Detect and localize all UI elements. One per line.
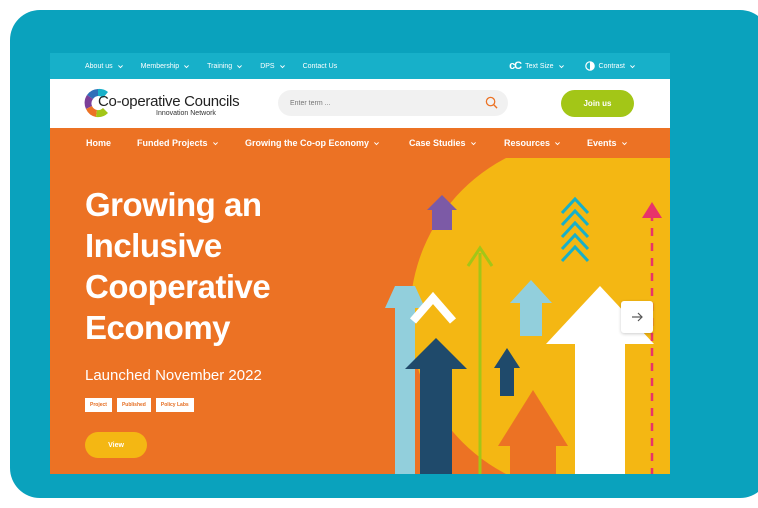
chevron-down-icon <box>470 141 476 145</box>
chevron-down-icon <box>621 141 627 145</box>
chevron-down-icon <box>237 64 243 68</box>
utility-item-about-us[interactable]: About us <box>85 63 124 70</box>
logo-name: Co-operative Councils <box>98 93 240 110</box>
website-screenshot: About us Membership Training DPS Contact… <box>50 53 670 474</box>
text-size-label: Text Size <box>525 62 554 70</box>
text-size-control[interactable]: cC Text Size <box>509 60 564 72</box>
nav-item-label: Funded Projects <box>137 138 208 148</box>
nav-item-home[interactable]: Home <box>86 128 111 158</box>
main-nav: Home Funded Projects Growing the Co-op E… <box>50 128 670 158</box>
search-input[interactable] <box>288 98 482 108</box>
utility-item-label: Training <box>207 62 233 70</box>
hero-title: Growing an Inclusive Cooperative Economy <box>85 186 271 346</box>
view-button[interactable]: View <box>85 432 147 458</box>
chevron-down-icon <box>212 141 218 145</box>
contrast-label: Contrast <box>598 62 625 70</box>
utility-item-label: About us <box>85 62 113 70</box>
nav-item-label: Resources <box>504 138 551 148</box>
hero-tags: Project Published Policy Labs <box>85 398 194 412</box>
tag-published[interactable]: Published <box>116 398 151 412</box>
nav-item-resources[interactable]: Resources <box>504 128 561 158</box>
utility-item-contact-us[interactable]: Contact Us <box>303 63 338 70</box>
site-logo[interactable]: Co-operative Councils Innovation Network <box>84 87 244 121</box>
utility-item-membership[interactable]: Membership <box>141 63 191 70</box>
contrast-control[interactable]: Contrast <box>584 61 636 71</box>
nav-item-case-studies[interactable]: Case Studies <box>409 128 477 158</box>
nav-item-funded-projects[interactable]: Funded Projects <box>137 128 219 158</box>
utility-nav: About us Membership Training DPS Contact… <box>85 53 337 79</box>
chevron-down-icon <box>558 64 564 68</box>
carousel-next-button[interactable] <box>621 301 653 333</box>
utility-bar: About us Membership Training DPS Contact… <box>50 53 670 79</box>
utility-item-label: Membership <box>140 62 180 70</box>
chevron-down-icon <box>279 64 285 68</box>
search-bar <box>278 90 508 116</box>
utility-item-dps[interactable]: DPS <box>260 63 285 70</box>
arrow-right-icon <box>632 312 643 322</box>
utility-item-label: Contact Us <box>302 62 338 70</box>
chevron-down-icon <box>184 64 190 68</box>
chevron-down-icon <box>630 64 635 68</box>
nav-item-label: Case Studies <box>409 138 466 148</box>
join-us-button[interactable]: Join us <box>561 90 634 117</box>
contrast-icon <box>584 61 595 71</box>
logo-subtitle: Innovation Network <box>156 110 216 117</box>
nav-item-label: Home <box>86 138 112 148</box>
nav-item-events[interactable]: Events <box>587 128 628 158</box>
chevron-down-icon <box>117 64 123 68</box>
utility-item-label: DPS <box>260 62 275 70</box>
hero-banner: Growing an Inclusive Cooperative Economy… <box>50 158 670 474</box>
site-header: Co-operative Councils Innovation Network… <box>50 79 670 128</box>
nav-item-label: Growing the Co-op Economy <box>245 138 369 148</box>
nav-item-label: Events <box>587 138 617 148</box>
chevron-down-icon <box>555 141 560 145</box>
tag-policy-labs[interactable]: Policy Labs <box>155 398 194 412</box>
chevron-down-icon <box>374 141 379 145</box>
accessibility-controls: cC Text Size Contrast <box>509 53 636 79</box>
hero-subtitle: Launched November 2022 <box>85 367 262 384</box>
search-icon[interactable] <box>485 96 498 109</box>
nav-item-growing-co-op-economy[interactable]: Growing the Co-op Economy <box>245 128 380 158</box>
tag-project[interactable]: Project <box>85 398 112 412</box>
utility-item-training[interactable]: Training <box>207 63 243 70</box>
text-size-icon: cC <box>509 60 522 72</box>
